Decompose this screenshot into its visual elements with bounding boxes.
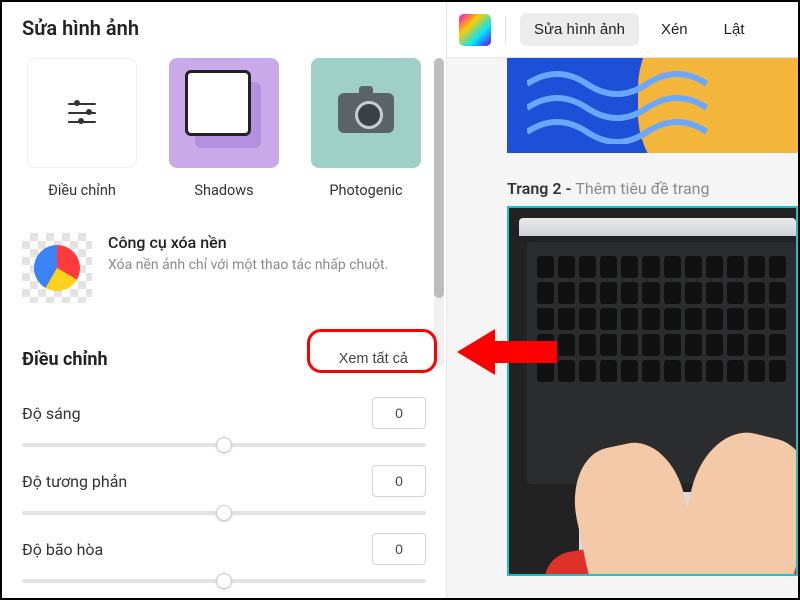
shadows-thumb [169,58,279,168]
contrast-slider[interactable] [22,501,426,525]
panel-title: Sửa hình ảnh [2,2,446,58]
toolbar-divider [505,16,506,44]
page-number: Trang 2 - [507,179,575,198]
effect-label: Photogenic [304,182,428,199]
adjust-thumb [27,58,137,168]
brightness-label: Độ sáng [22,404,81,423]
page-label[interactable]: Trang 2 - Thêm tiêu đề trang [507,179,798,198]
flip-button[interactable]: Lật [710,13,759,46]
crop-button[interactable]: Xén [647,13,702,46]
saturation-slider[interactable] [22,569,426,593]
page1-preview[interactable] [507,58,798,153]
beachball-icon [34,245,80,291]
bg-remover-thumb [22,233,92,303]
effect-shadows[interactable]: Shadows [162,58,286,199]
adjust-heading: Điều chỉnh [22,349,108,370]
bg-remover-title: Công cụ xóa nền [108,233,388,252]
edit-image-button[interactable]: Sửa hình ảnh [520,13,639,46]
sliders-icon [68,99,96,127]
brightness-slider[interactable] [22,433,426,457]
see-all-button[interactable]: Xem tất cả [321,341,426,377]
panel-scrollbar[interactable] [434,58,444,368]
effect-label: Điều chỉnh [20,182,144,199]
saturation-value[interactable] [372,533,426,565]
color-picker-button[interactable] [459,14,491,46]
bg-remover-card[interactable]: Công cụ xóa nền Xóa nền ảnh chỉ với một … [22,229,426,307]
brightness-value[interactable] [372,397,426,429]
selected-image[interactable] [507,206,798,576]
camera-icon [338,93,394,133]
contrast-label: Độ tương phản [22,472,127,491]
saturation-label: Độ bão hòa [22,540,103,559]
effect-adjust[interactable]: Điều chỉnh [20,58,144,199]
page-title-placeholder: Thêm tiêu đề trang [575,179,709,198]
photogenic-thumb [311,58,421,168]
effect-photogenic[interactable]: Photogenic [304,58,428,199]
effect-label: Shadows [162,182,286,199]
contrast-value[interactable] [372,465,426,497]
bg-remover-desc: Xóa nền ảnh chỉ với một thao tác nhấp ch… [108,256,388,276]
top-toolbar: Sửa hình ảnh Xén Lật [447,2,798,58]
